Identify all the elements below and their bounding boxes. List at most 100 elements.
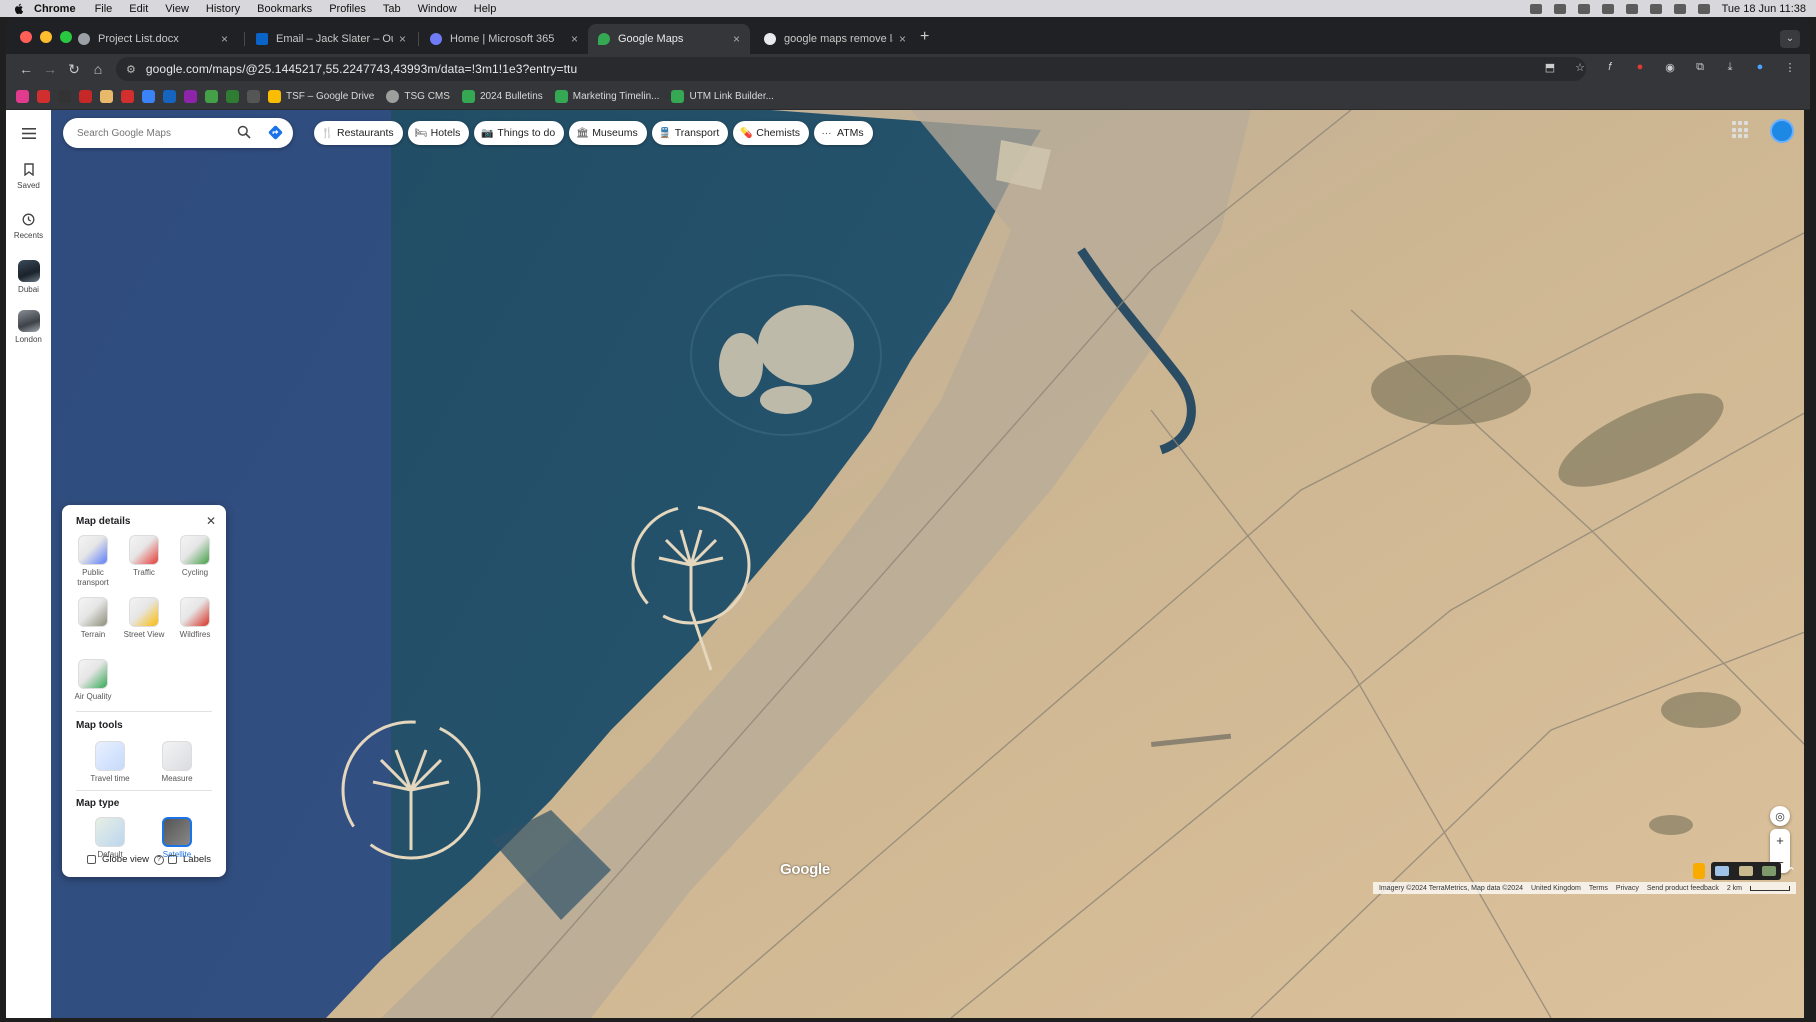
bookmark-icon-3[interactable]: [79, 90, 92, 103]
close-tab-icon[interactable]: ×: [899, 32, 906, 46]
creative-cloud-icon[interactable]: [1529, 3, 1542, 14]
vpn-icon[interactable]: [1601, 3, 1614, 14]
tab-outlook[interactable]: Email – Jack Slater – Outlook ×: [246, 24, 416, 54]
close-tab-icon[interactable]: ×: [571, 32, 578, 46]
bookmark-marketing-timeline[interactable]: Marketing Timelin...: [554, 90, 659, 103]
menu-history[interactable]: History: [206, 3, 240, 15]
bookmark-icon-6[interactable]: [142, 90, 155, 103]
forward-arrow-icon[interactable]: →: [38, 57, 62, 81]
tool-travel-time[interactable]: Travel time: [83, 741, 137, 784]
chip-chemists[interactable]: 💊 Chemists: [733, 121, 810, 145]
detail-traffic[interactable]: Traffic: [117, 535, 171, 578]
bookmark-2024-bulletins[interactable]: 2024 Bulletins: [461, 90, 543, 103]
page-scrollbar[interactable]: [1804, 110, 1810, 1018]
recents-button[interactable]: Recents: [6, 210, 51, 240]
chip-things-to-do[interactable]: 📷 Things to do: [474, 121, 565, 145]
menu-tab[interactable]: Tab: [383, 3, 401, 15]
control-center-icon[interactable]: [1673, 3, 1686, 14]
detail-cycling[interactable]: Cycling: [168, 535, 222, 578]
detail-terrain[interactable]: Terrain: [66, 597, 120, 640]
scale-label[interactable]: 2 km: [1727, 885, 1742, 892]
home-icon[interactable]: ⌂: [86, 57, 110, 81]
menu-help[interactable]: Help: [474, 3, 497, 15]
close-tab-icon[interactable]: ×: [399, 32, 406, 46]
siri-icon[interactable]: [1697, 3, 1710, 14]
bluetooth-icon[interactable]: [1553, 3, 1566, 14]
labels-checkbox[interactable]: Labels: [168, 854, 211, 865]
bookmark-icon-0[interactable]: [16, 90, 29, 103]
my-location-button[interactable]: ◎: [1770, 806, 1790, 826]
spotlight-icon[interactable]: [1649, 3, 1662, 14]
battery-icon[interactable]: [1625, 3, 1638, 14]
tab-google-maps[interactable]: Google Maps ×: [588, 24, 750, 54]
tool-measure[interactable]: Measure: [150, 741, 204, 784]
bookmark-tsf-drive[interactable]: TSF – Google Drive: [268, 90, 374, 103]
bookmark-tsg-cms[interactable]: TSG CMS: [386, 90, 450, 103]
chip-atms[interactable]: ··· ATMs: [814, 121, 873, 145]
bookmark-icon-1[interactable]: [37, 90, 50, 103]
back-arrow-icon[interactable]: ←: [14, 57, 38, 81]
menu-edit[interactable]: Edit: [129, 3, 148, 15]
detail-street-view[interactable]: Street View: [117, 597, 171, 640]
search-box[interactable]: [63, 118, 293, 148]
menu-window[interactable]: Window: [418, 3, 457, 15]
bookmark-icon-11[interactable]: [247, 90, 260, 103]
menu-view[interactable]: View: [165, 3, 189, 15]
pegman-icon[interactable]: [1692, 863, 1705, 879]
globe-view-checkbox[interactable]: Globe view ?: [87, 854, 164, 865]
google-apps-icon[interactable]: [1732, 121, 1750, 139]
reload-icon[interactable]: ↻: [62, 57, 86, 81]
account-avatar[interactable]: [1770, 119, 1794, 143]
detail-public-transport[interactable]: Public transport: [66, 535, 120, 588]
extension-icon[interactable]: 𝑓: [1602, 59, 1618, 75]
extensions-puzzle-icon[interactable]: ⧉: [1692, 59, 1708, 75]
wifi-off-icon[interactable]: [1577, 3, 1590, 14]
download-icon[interactable]: ⤓: [1722, 59, 1738, 75]
extension-camera-icon[interactable]: ◉: [1662, 59, 1678, 75]
zoom-in-button[interactable]: +: [1770, 829, 1790, 851]
search-icon[interactable]: [237, 125, 251, 144]
satellite-map[interactable]: 🍴Restaurants 🛏Hotels 📷Things to do 🏛Muse…: [51, 110, 1810, 1018]
chip-museums[interactable]: 🏛 Museums: [569, 121, 647, 145]
help-icon[interactable]: ?: [154, 854, 164, 865]
tab-microsoft-365[interactable]: Home | Microsoft 365 ×: [420, 24, 588, 54]
checkbox-icon[interactable]: [168, 855, 177, 864]
tab-search-button[interactable]: ⌄: [1780, 30, 1800, 48]
menu-app-name[interactable]: Chrome: [34, 3, 76, 15]
menu-button[interactable]: [6, 124, 51, 145]
layers-preview[interactable]: [1710, 862, 1781, 880]
recent-place-london[interactable]: London: [6, 310, 51, 344]
bookmark-icon-5[interactable]: [121, 90, 134, 103]
region-link[interactable]: United Kingdom: [1531, 885, 1581, 892]
terms-link[interactable]: Terms: [1589, 885, 1608, 892]
menu-file[interactable]: File: [95, 3, 113, 15]
more-menu-icon[interactable]: ⋮: [1782, 59, 1798, 75]
extension-red-icon[interactable]: ●: [1632, 59, 1648, 75]
expand-chevron-icon[interactable]: ⌃: [1787, 865, 1796, 878]
privacy-link[interactable]: Privacy: [1616, 885, 1639, 892]
detail-air-quality[interactable]: Air Quality: [66, 659, 120, 702]
bookmark-icon-9[interactable]: [205, 90, 218, 103]
bookmark-icon-2[interactable]: [58, 90, 71, 103]
bookmark-utm-link-builder[interactable]: UTM Link Builder...: [671, 90, 774, 103]
apple-icon[interactable]: [12, 2, 26, 16]
close-tab-icon[interactable]: ×: [221, 32, 228, 46]
chip-restaurants[interactable]: 🍴 Restaurants: [314, 121, 403, 145]
bookmark-icon-10[interactable]: [226, 90, 239, 103]
close-icon[interactable]: ✕: [206, 514, 216, 528]
chip-transport[interactable]: 🚆 Transport: [651, 121, 729, 145]
tab-project-list[interactable]: Project List.docx ×: [68, 24, 238, 54]
detail-wildfires[interactable]: Wildfires: [168, 597, 222, 640]
bookmark-icon-4[interactable]: [100, 90, 113, 103]
menu-bookmarks[interactable]: Bookmarks: [257, 3, 312, 15]
chip-hotels[interactable]: 🛏 Hotels: [407, 121, 470, 145]
minimize-window-button[interactable]: [40, 31, 52, 43]
close-window-button[interactable]: [20, 31, 32, 43]
bookmark-icon-7[interactable]: [163, 90, 176, 103]
clock[interactable]: Tue 18 Jun 11:38: [1722, 3, 1806, 15]
saved-button[interactable]: Saved: [6, 160, 51, 190]
profile-icon[interactable]: ●: [1752, 59, 1768, 75]
close-tab-icon[interactable]: ×: [733, 32, 740, 46]
checkbox-icon[interactable]: [87, 855, 96, 864]
address-bar[interactable]: ⚙ google.com/maps/@25.1445217,55.2247743…: [116, 57, 1586, 81]
